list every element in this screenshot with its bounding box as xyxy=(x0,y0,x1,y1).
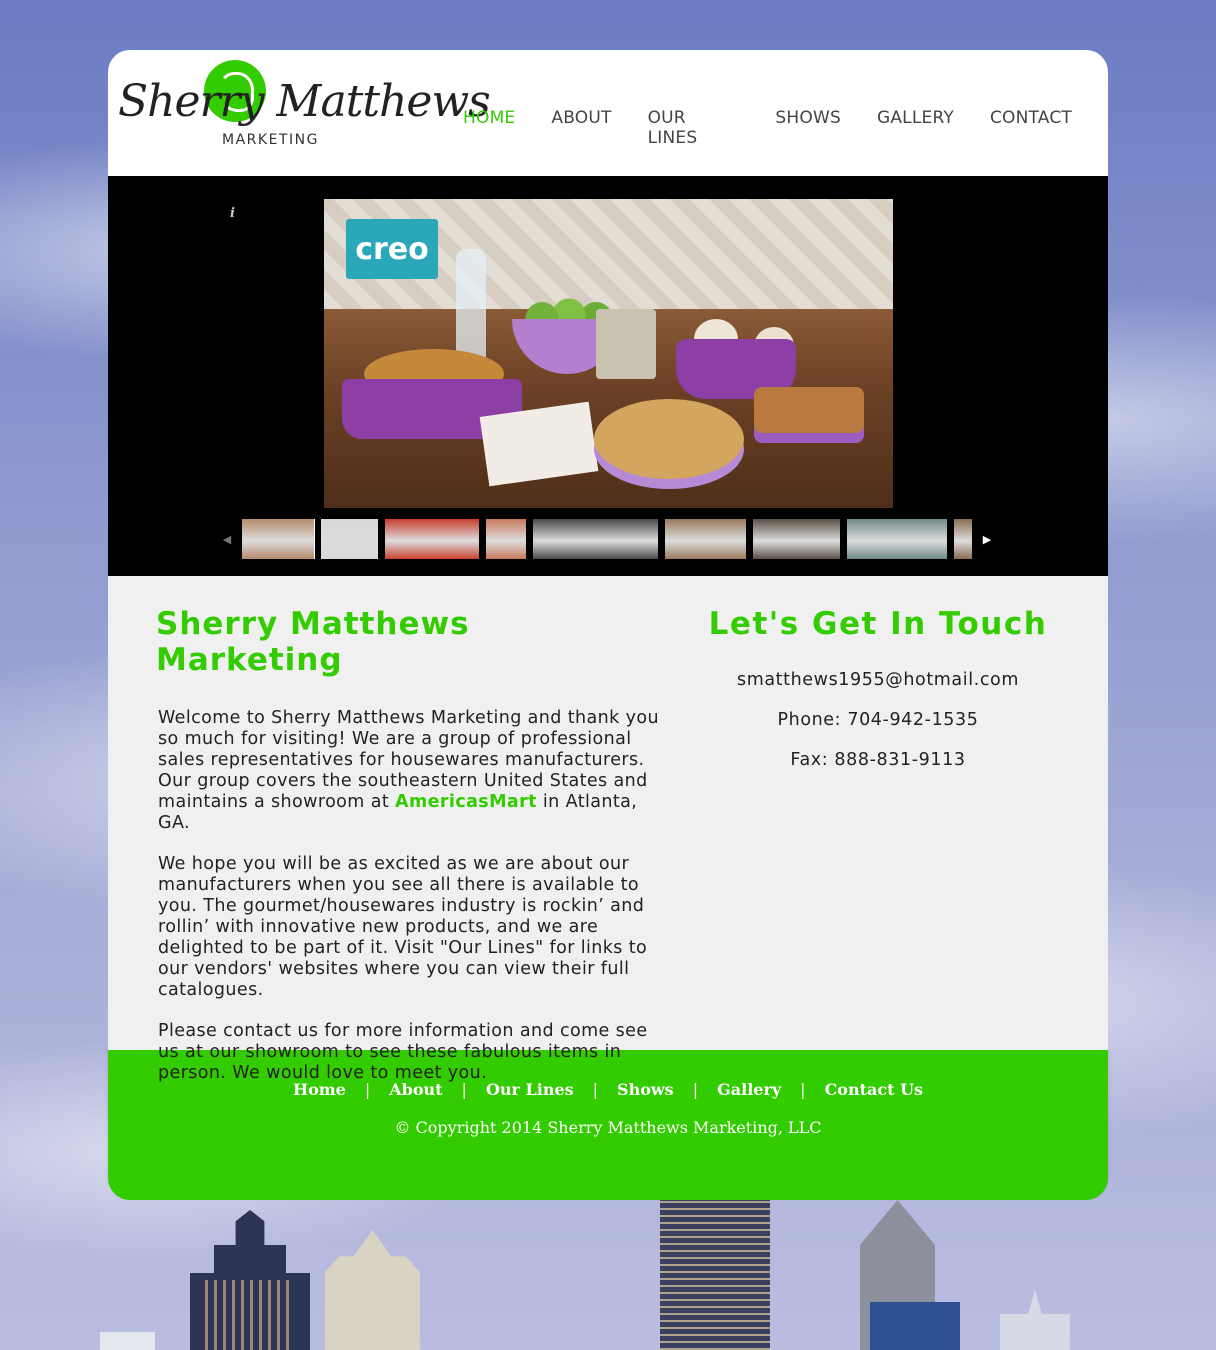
footer-separator: | xyxy=(800,1080,806,1099)
loaf-pan-graphic xyxy=(754,387,864,433)
image-slider: i creo ◀ ▶ xyxy=(108,176,1108,576)
intro-column: Sherry Matthews Marketing Welcome to She… xyxy=(156,606,666,1104)
contact-fax: Fax: 888-831-9113 xyxy=(790,750,966,770)
building xyxy=(660,1195,770,1350)
building xyxy=(325,1230,420,1350)
thumbnail-strip: ◀ ▶ xyxy=(220,519,1000,559)
footer-link-contact-us[interactable]: Contact Us xyxy=(825,1080,923,1099)
info-icon[interactable]: i xyxy=(230,206,235,221)
slider-thumbnail[interactable] xyxy=(847,519,947,559)
slider-main-photo[interactable]: creo xyxy=(324,199,893,508)
contact-email[interactable]: smatthews1955@hotmail.com xyxy=(698,670,1058,690)
main-content: Sherry Matthews Marketing Welcome to She… xyxy=(108,576,1108,1083)
building xyxy=(100,1332,155,1350)
slider-thumbnail[interactable] xyxy=(385,519,479,559)
building-windows xyxy=(205,1280,295,1350)
copyright-text: © Copyright 2014 Sherry Matthews Marketi… xyxy=(394,1118,822,1137)
city-skyline-background xyxy=(0,1195,1216,1350)
slider-thumbnail[interactable] xyxy=(954,519,972,559)
nav-shows[interactable]: SHOWS xyxy=(775,108,841,148)
intro-title: Sherry Matthews Marketing xyxy=(156,606,470,678)
site-logo[interactable]: Sherry Matthews MARKETING xyxy=(118,58,491,168)
logo-subtitle: MARKETING xyxy=(222,132,319,148)
slider-thumbnail[interactable] xyxy=(753,519,840,559)
intro-paragraph-3: Please contact us for more information a… xyxy=(158,1021,648,1083)
main-nav: HOME ABOUT OUR LINES SHOWS GALLERY CONTA… xyxy=(463,108,1108,148)
intro-paragraph-1: Welcome to Sherry Matthews Marketing and… xyxy=(158,708,666,834)
slider-thumbnail[interactable] xyxy=(486,519,526,559)
footer-separator: | xyxy=(692,1080,699,1099)
slider-thumbnail[interactable] xyxy=(242,519,315,559)
nav-home[interactable]: HOME xyxy=(463,108,515,148)
slider-thumbnail[interactable] xyxy=(665,519,746,559)
nav-about[interactable]: ABOUT xyxy=(551,108,611,148)
contact-column: Let's Get In Touch smatthews1955@hotmail… xyxy=(698,606,1058,790)
slider-thumbnail[interactable] xyxy=(321,519,378,559)
building xyxy=(1000,1290,1070,1350)
napkin-graphic xyxy=(479,401,599,487)
contact-title: Let's Get In Touch xyxy=(708,606,1048,642)
contact-phone: Phone: 704-942-1535 xyxy=(777,710,979,730)
prev-arrow-icon[interactable]: ◀ xyxy=(220,519,234,559)
slider-thumbnail[interactable] xyxy=(533,519,658,559)
pie-graphic xyxy=(594,399,744,479)
nav-contact[interactable]: CONTACT xyxy=(990,108,1072,148)
footer-link-gallery[interactable]: Gallery xyxy=(717,1080,781,1099)
building xyxy=(870,1302,960,1350)
intro-paragraph-2: We hope you will be as excited as we are… xyxy=(158,854,648,1000)
thumbnail-list xyxy=(242,519,972,559)
americasmart-link[interactable]: AmericasMart xyxy=(395,792,537,812)
nav-gallery[interactable]: GALLERY xyxy=(877,108,954,148)
utensil-crock-graphic xyxy=(596,309,656,379)
logo-script-text: Sherry Matthews xyxy=(118,76,491,127)
page-container: Sherry Matthews MARKETING HOME ABOUT OUR… xyxy=(108,50,1108,1200)
site-header: Sherry Matthews MARKETING HOME ABOUT OUR… xyxy=(108,50,1108,176)
nav-our-lines[interactable]: OUR LINES xyxy=(648,108,740,148)
next-arrow-icon[interactable]: ▶ xyxy=(980,519,994,559)
creo-brand-badge: creo xyxy=(346,219,438,279)
